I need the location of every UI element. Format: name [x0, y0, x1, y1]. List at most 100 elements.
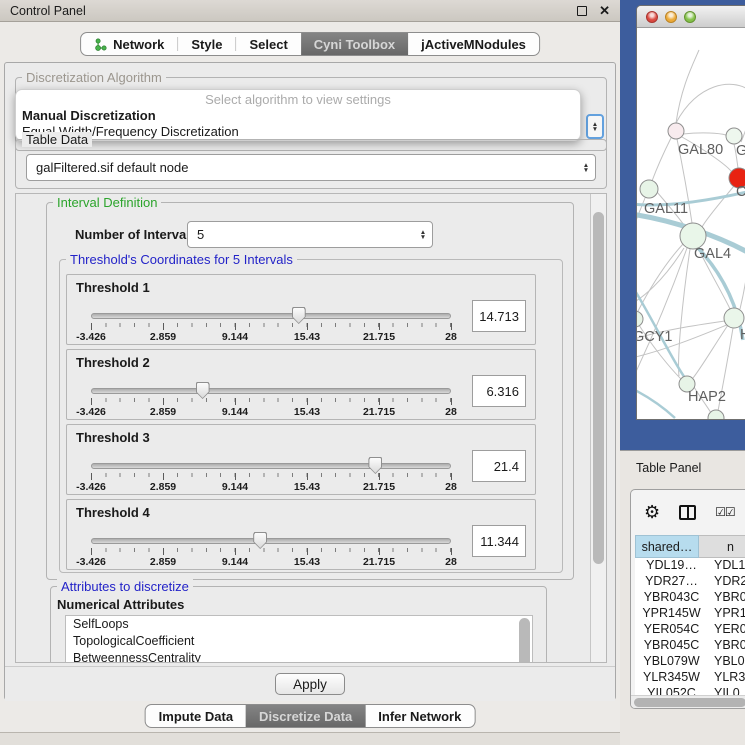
- cell-name[interactable]: YBR0: [708, 590, 745, 606]
- network-edge[interactable]: [652, 138, 671, 181]
- cell-shared-name[interactable]: YDR27…: [635, 574, 708, 590]
- network-edge[interactable]: [679, 249, 690, 376]
- attribute-item-selfloops[interactable]: SelfLoops: [66, 616, 532, 633]
- attribute-item-topologicalcoefficient[interactable]: TopologicalCoefficient: [66, 633, 532, 650]
- threshold-panel-4: Threshold 4-3.4262.8599.14415.4321.71528…: [66, 499, 536, 570]
- cell-name[interactable]: YLR3: [708, 670, 745, 686]
- table-row[interactable]: YBL079WYBL0: [635, 654, 745, 670]
- apply-button[interactable]: Apply: [275, 673, 345, 695]
- stepper-down-icon: ▼: [592, 127, 598, 132]
- tab-label: Style: [191, 37, 222, 52]
- tab-cyni-toolbox[interactable]: Cyni Toolbox: [301, 33, 408, 55]
- cell-shared-name[interactable]: YBR045C: [635, 638, 708, 654]
- slider-track[interactable]: [91, 388, 451, 394]
- node-label: GAL80: [678, 142, 723, 158]
- network-node[interactable]: [724, 308, 744, 328]
- cell-name[interactable]: YBR0: [708, 638, 745, 654]
- network-edge[interactable]: [676, 84, 745, 123]
- numerical-attributes-list[interactable]: SelfLoopsTopologicalCoefficientBetweenne…: [65, 615, 533, 663]
- cell-name[interactable]: YDR2: [708, 574, 745, 590]
- threshold-slider[interactable]: -3.4262.8599.14415.4321.71528: [91, 457, 451, 493]
- slider-handle[interactable]: [253, 532, 267, 549]
- network-edge[interactable]: [693, 325, 728, 378]
- tab-style[interactable]: Style: [178, 33, 235, 55]
- float-window-icon[interactable]: [577, 6, 587, 16]
- scrollbar-thumb[interactable]: [593, 212, 604, 564]
- popup-option-equal-width-frequency-discretization[interactable]: Equal Width/Frequency Discretization: [16, 124, 580, 140]
- select-columns-icon[interactable]: ☑☑: [715, 505, 735, 519]
- threshold-slider[interactable]: -3.4262.8599.14415.4321.71528: [91, 382, 451, 418]
- cell-shared-name[interactable]: YDL19…: [635, 558, 708, 574]
- table-row[interactable]: YLR345WYLR3: [635, 670, 745, 686]
- network-node[interactable]: [640, 180, 658, 198]
- group-title: Threshold's Coordinates for 5 Intervals: [66, 252, 297, 267]
- column-header-shared-name[interactable]: shared…: [635, 535, 699, 558]
- list-scrollbar[interactable]: [519, 618, 530, 663]
- algorithm-combobox-stepper[interactable]: ▲▼: [586, 114, 604, 139]
- table-row[interactable]: YER054CYER0: [635, 622, 745, 638]
- network-node[interactable]: [668, 123, 684, 139]
- table-horizontal-scrollbar[interactable]: [631, 695, 745, 708]
- slider-tick-label: 9.144: [222, 556, 248, 568]
- close-window-icon[interactable]: ✕: [599, 6, 610, 16]
- panel-scrollbar[interactable]: [590, 194, 606, 662]
- control-panel-titlebar: Control Panel ✕: [0, 0, 620, 22]
- cell-name[interactable]: YBL0: [708, 654, 745, 670]
- slider-tick-label: 9.144: [222, 406, 248, 418]
- network-edge[interactable]: [702, 186, 734, 227]
- tab-network[interactable]: Network: [81, 33, 177, 55]
- tab-jactivemnodules[interactable]: jActiveMNodules: [408, 33, 539, 55]
- network-node[interactable]: [637, 311, 643, 327]
- slider-track[interactable]: [91, 463, 451, 469]
- threshold-value-field[interactable]: 6.316: [472, 375, 526, 407]
- table-row[interactable]: YBR045CYBR0: [635, 638, 745, 654]
- threshold-value-field[interactable]: 14.713: [472, 300, 526, 332]
- slider-handle[interactable]: [292, 307, 306, 324]
- cell-shared-name[interactable]: YPR145W: [635, 606, 708, 622]
- network-view-window: GAL80GCGAL11GAL4GCY1HHAP2: [636, 5, 745, 420]
- tab-discretize-data[interactable]: Discretize Data: [246, 705, 365, 727]
- split-view-icon[interactable]: [679, 505, 696, 520]
- threshold-slider[interactable]: -3.4262.8599.14415.4321.71528: [91, 307, 451, 343]
- threshold-slider[interactable]: -3.4262.8599.14415.4321.71528: [91, 532, 451, 568]
- column-header-name[interactable]: n: [699, 535, 745, 558]
- network-canvas[interactable]: GAL80GCGAL11GAL4GCY1HHAP2: [637, 28, 745, 420]
- network-edge[interactable]: [683, 133, 726, 135]
- tab-infer-network[interactable]: Infer Network: [365, 705, 474, 727]
- number-of-intervals-combobox[interactable]: 5 ▲▼: [187, 221, 433, 248]
- network-node[interactable]: [726, 128, 742, 144]
- slider-track[interactable]: [91, 538, 451, 544]
- table-row[interactable]: YPR145WYPR1: [635, 606, 745, 622]
- slider-handle[interactable]: [196, 382, 210, 399]
- network-edge-highlighted[interactable]: [637, 388, 675, 418]
- tab-impute-data[interactable]: Impute Data: [146, 705, 246, 727]
- slider-handle[interactable]: [368, 457, 382, 474]
- gear-icon[interactable]: ⚙: [644, 503, 660, 521]
- attribute-item-betweennesscentrality[interactable]: BetweennessCentrality: [66, 650, 532, 663]
- tab-label: Infer Network: [378, 709, 461, 724]
- network-edge[interactable]: [740, 253, 745, 309]
- slider-track[interactable]: [91, 313, 451, 319]
- scrollbar-thumb[interactable]: [634, 698, 745, 707]
- threshold-value-field[interactable]: 21.4: [472, 450, 526, 482]
- table-row[interactable]: YBR043CYBR0: [635, 590, 745, 606]
- minimize-traffic-light[interactable]: [665, 11, 677, 23]
- cell-name[interactable]: YDL1: [708, 558, 745, 574]
- cell-shared-name[interactable]: YER054C: [635, 622, 708, 638]
- table-row[interactable]: YDR27…YDR2: [635, 574, 745, 590]
- network-window-titlebar[interactable]: [637, 6, 745, 28]
- cell-shared-name[interactable]: YBL079W: [635, 654, 708, 670]
- table-data-combobox[interactable]: galFiltered.sif default node ▲▼: [26, 154, 596, 181]
- cell-name[interactable]: YER0: [708, 622, 745, 638]
- table-row[interactable]: YDL19…YDL1: [635, 558, 745, 574]
- network-edge[interactable]: [637, 248, 687, 378]
- zoom-traffic-light[interactable]: [684, 11, 696, 23]
- cell-shared-name[interactable]: YLR345W: [635, 670, 708, 686]
- popup-option-manual-discretization[interactable]: Manual Discretization: [16, 108, 580, 124]
- close-traffic-light[interactable]: [646, 11, 658, 23]
- network-edge[interactable]: [676, 50, 699, 123]
- cell-name[interactable]: YPR1: [708, 606, 745, 622]
- tab-select[interactable]: Select: [236, 33, 300, 55]
- threshold-value-field[interactable]: 11.344: [472, 525, 526, 557]
- cell-shared-name[interactable]: YBR043C: [635, 590, 708, 606]
